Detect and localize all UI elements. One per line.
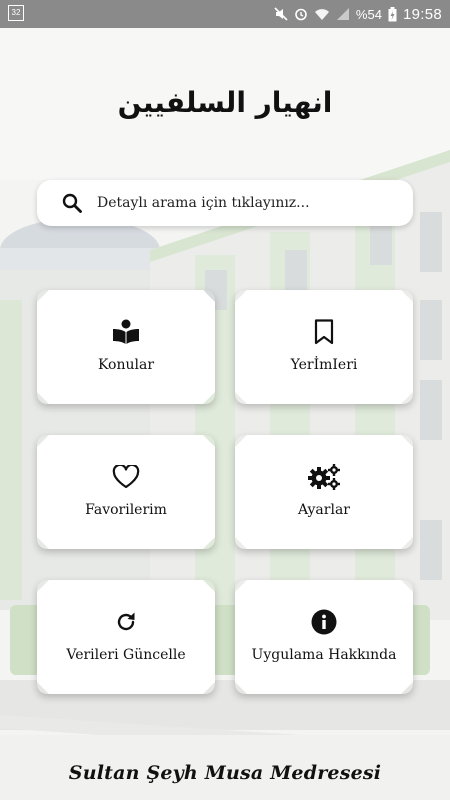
bookmark-icon [314,319,334,345]
tile-label: Uygulama Hakkında [251,647,397,663]
topics-button[interactable]: Konular [37,290,215,404]
mute-icon [274,7,288,21]
tile-label: Konular [97,357,155,373]
search-icon [62,193,82,213]
wifi-icon [314,9,329,20]
refresh-icon [115,611,137,633]
signal-icon [336,8,349,20]
info-icon [311,609,337,635]
battery-percent: %54 [355,6,382,22]
update-data-button[interactable]: Verileri Güncelle [37,580,215,694]
status-time: 19:58 [402,5,442,23]
heart-icon [112,465,140,489]
search-bar[interactable]: Detaylı arama için tıklayınız... [37,180,413,226]
search-placeholder: Detaylı arama için tıklayınız... [97,195,310,211]
bookmarks-button[interactable]: YerİmIeri [235,290,413,404]
tile-label: Ayarlar [297,502,350,518]
gears-icon [307,463,341,491]
tile-label: Verileri Güncelle [66,647,186,663]
app-title: انهيار السلفيين [117,86,333,119]
tile-label: Favorilerim [85,502,167,518]
book-reader-icon [112,319,140,345]
footer-credit: Sultan Şeyh Musa Medresesi [68,762,382,784]
tile-label: YerİmIeri [290,357,358,373]
favorites-button[interactable]: Favorilerim [37,435,215,549]
battery-charging-icon [388,6,397,21]
settings-button[interactable]: Ayarlar [235,435,413,549]
status-bar: 32 %54 19:58 [0,0,450,28]
about-app-button[interactable]: Uygulama Hakkında [235,580,413,694]
notification-badge: 32 [8,5,24,21]
alarm-icon [295,8,307,21]
